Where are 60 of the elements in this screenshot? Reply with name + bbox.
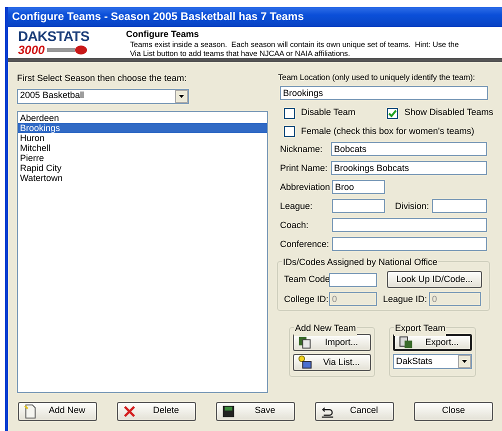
field-label: Conference: [280, 238, 330, 251]
text-field[interactable] [329, 272, 377, 287]
field-label: College ID: [284, 292, 329, 306]
checkbox[interactable] [284, 108, 295, 119]
dialog-button[interactable]: Delete [117, 402, 196, 420]
field-label: Team Code [284, 273, 329, 286]
field-label: Team Location (only used to uniquely identify the team): [278, 72, 476, 84]
checkbox[interactable] [284, 126, 295, 138]
checkbox[interactable] [387, 108, 398, 119]
checkbox-label[interactable]: Female (check this box for women's teams) [301, 124, 474, 138]
team-list-item[interactable]: Brookings [18, 122, 267, 132]
dialog-button[interactable]: Add New [18, 402, 97, 420]
group-title: Add New Team [294, 322, 357, 336]
location-field[interactable]: Brookings [280, 86, 488, 100]
dialog-button[interactable]: Close [414, 402, 493, 420]
field-label: Nickname: [280, 142, 324, 156]
list-icon [298, 355, 313, 370]
text-field[interactable] [332, 199, 385, 214]
text-field[interactable]: Broo [332, 180, 385, 194]
text-field[interactable]: Brookings Bobcats [331, 161, 487, 176]
field-label: First Select Season then choose the team: [17, 72, 188, 85]
format-dropdown[interactable]: DakStats [393, 354, 472, 370]
team-list-item[interactable]: Pierre [18, 152, 267, 162]
export-button[interactable]: Export... [393, 334, 472, 352]
field-label: Print Name: [280, 162, 329, 175]
field-label: Division: [395, 200, 430, 213]
group-title: IDs/Codes Assigned by National Office [282, 256, 438, 270]
team-list-item[interactable]: Mitchell [18, 142, 267, 152]
new-document-icon [23, 404, 38, 418]
checkbox-label[interactable]: Show Disabled Teams [404, 106, 494, 120]
save-icon [221, 404, 236, 418]
text-field[interactable] [332, 237, 487, 252]
text-field[interactable] [332, 218, 487, 232]
delete-icon [122, 404, 137, 418]
football-stripe-icon [46, 45, 87, 55]
header-title: Configure Teams [126, 29, 200, 40]
window-title: Configure Teams - Season 2005 Basketball has 7 Teams [12, 10, 304, 25]
field-label: Abbreviation [280, 180, 332, 194]
season-dropdown[interactable]: 2005 Basketball [17, 88, 189, 104]
look-up-button[interactable]: Look Up ID/Code... [387, 271, 482, 288]
dialog-button[interactable]: Save [216, 402, 295, 420]
text-field[interactable]: Bobcats [331, 142, 487, 156]
field-label: League ID: [383, 292, 428, 306]
checkbox-label[interactable]: Disable Team [301, 106, 356, 120]
logo-wordmark: DAKSTATS [18, 29, 90, 44]
team-button[interactable]: Import... [293, 334, 371, 352]
team-list-item[interactable]: Watertown [18, 172, 267, 182]
logo-number: 3000 [18, 44, 45, 56]
dialog-button[interactable]: Cancel [315, 402, 394, 420]
team-list-item[interactable]: Rapid City [18, 162, 267, 172]
field-label: League: [280, 200, 314, 213]
document-icon [298, 335, 313, 350]
group-title: Export Team [394, 322, 446, 336]
field-label: Coach: [280, 218, 310, 232]
export-icon [399, 335, 414, 350]
team-list-item[interactable]: Aberdeen [18, 112, 267, 122]
text-field[interactable] [432, 199, 487, 214]
team-button[interactable]: Via List... [293, 354, 371, 372]
team-list-item[interactable]: Huron [18, 132, 267, 142]
team-list[interactable]: Aberdeen Brookings Huron Mitchell Pierre Rapid City Watertown [17, 110, 268, 392]
